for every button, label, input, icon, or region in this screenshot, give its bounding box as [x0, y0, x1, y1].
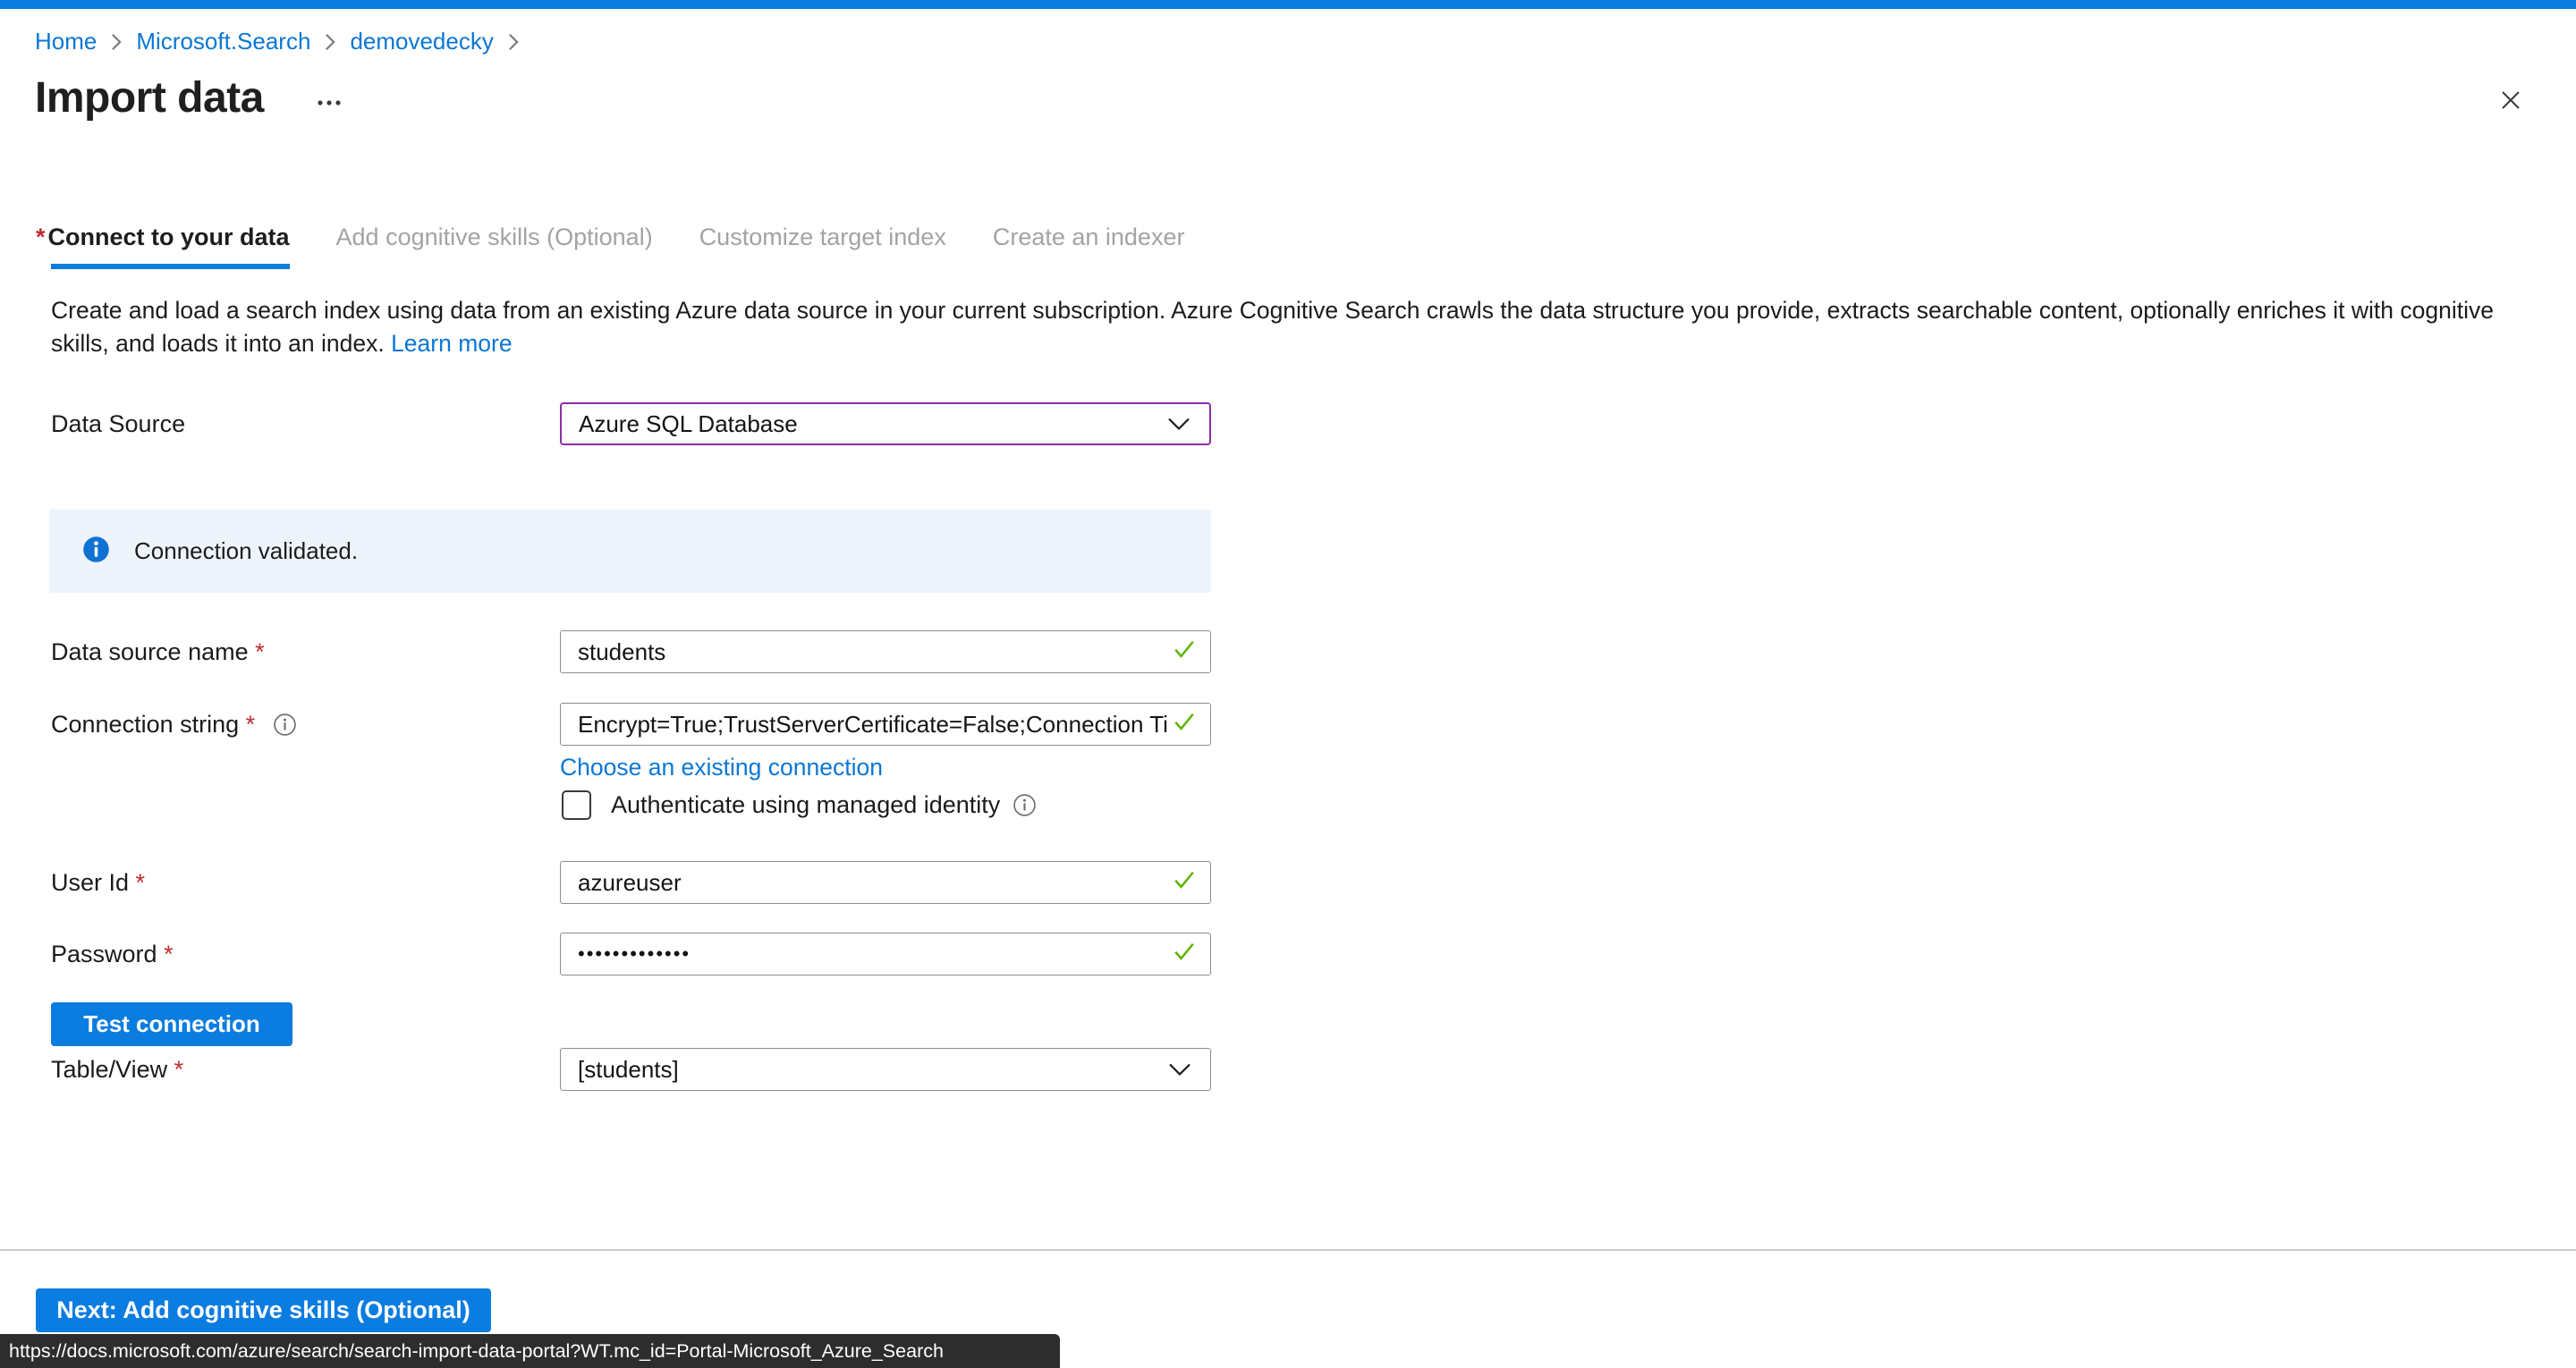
import-data-page: Home Microsoft.Search demovedecky Import… — [0, 0, 2576, 1368]
valid-check-icon — [1171, 938, 1198, 971]
data-source-value: Azure SQL Database — [579, 410, 1166, 438]
data-source-name-input[interactable]: students — [560, 630, 1211, 673]
footer-divider — [0, 1249, 2576, 1251]
choose-existing-connection-link[interactable]: Choose an existing connection — [560, 754, 883, 781]
info-outline-icon[interactable] — [1013, 793, 1037, 817]
tab-add-cognitive-skills[interactable]: Add cognitive skills (Optional) — [336, 224, 653, 269]
breadcrumb-demovedecky[interactable]: demovedecky — [350, 28, 493, 55]
valid-check-icon — [1171, 636, 1198, 669]
info-outline-icon[interactable] — [273, 707, 297, 750]
table-view-dropdown[interactable]: [students] — [560, 1048, 1211, 1091]
info-icon — [82, 536, 110, 568]
active-tab-underline — [51, 264, 290, 269]
required-marker: * — [164, 941, 174, 967]
required-marker: * — [255, 638, 265, 665]
connection-string-label: Connection string * — [51, 703, 297, 746]
valid-check-icon — [1171, 708, 1198, 741]
status-url: https://docs.microsoft.com/azure/search/… — [9, 1340, 944, 1363]
banner-message: Connection validated. — [134, 537, 358, 565]
wizard-tabs: *Connect to your data Add cognitive skil… — [36, 224, 1184, 269]
page-title: Import data — [35, 73, 264, 122]
connection-string-input[interactable]: Encrypt=True;TrustServerCertificate=Fals… — [560, 703, 1211, 746]
managed-identity-checkbox[interactable] — [562, 790, 591, 820]
chevron-right-icon — [110, 32, 123, 52]
managed-identity-row: Authenticate using managed identity — [562, 790, 1037, 820]
tab-connect-to-your-data[interactable]: *Connect to your data — [36, 224, 290, 269]
chevron-down-icon — [1166, 410, 1191, 438]
close-icon[interactable] — [2495, 84, 2527, 116]
intro-text: Create and load a search index using dat… — [51, 294, 2529, 360]
next-step-button[interactable]: Next: Add cognitive skills (Optional) — [36, 1288, 491, 1332]
data-source-dropdown[interactable]: Azure SQL Database — [560, 402, 1211, 445]
chevron-right-icon — [507, 32, 520, 52]
table-view-label: Table/View * — [51, 1048, 183, 1091]
data-source-label: Data Source — [51, 402, 185, 445]
user-id-label: User Id * — [51, 861, 145, 904]
breadcrumb: Home Microsoft.Search demovedecky — [35, 28, 520, 55]
portal-top-bar — [0, 0, 2576, 9]
data-source-name-label: Data source name * — [51, 630, 265, 673]
breadcrumb-microsoft-search[interactable]: Microsoft.Search — [136, 28, 310, 55]
more-options-icon[interactable] — [313, 92, 345, 115]
chevron-right-icon — [324, 32, 336, 52]
required-marker: * — [174, 1056, 184, 1083]
breadcrumb-home[interactable]: Home — [35, 28, 97, 55]
managed-identity-label: Authenticate using managed identity — [611, 791, 1000, 819]
password-input[interactable]: ••••••••••••• — [560, 933, 1211, 975]
connection-validated-banner: Connection validated. — [49, 510, 1211, 593]
tab-customize-target-index[interactable]: Customize target index — [699, 224, 946, 269]
chevron-down-icon — [1167, 1056, 1192, 1084]
valid-check-icon — [1171, 866, 1198, 899]
link-hover-status-bar: https://docs.microsoft.com/azure/search/… — [0, 1334, 1060, 1368]
table-view-value: [students] — [578, 1056, 1167, 1084]
learn-more-link[interactable]: Learn more — [391, 330, 513, 357]
required-marker: * — [246, 711, 256, 738]
required-marker: * — [36, 224, 46, 250]
password-label: Password * — [51, 933, 174, 975]
user-id-input[interactable]: azureuser — [560, 861, 1211, 904]
test-connection-button[interactable]: Test connection — [51, 1002, 292, 1046]
required-marker: * — [136, 869, 146, 896]
tab-create-an-indexer[interactable]: Create an indexer — [993, 224, 1185, 269]
